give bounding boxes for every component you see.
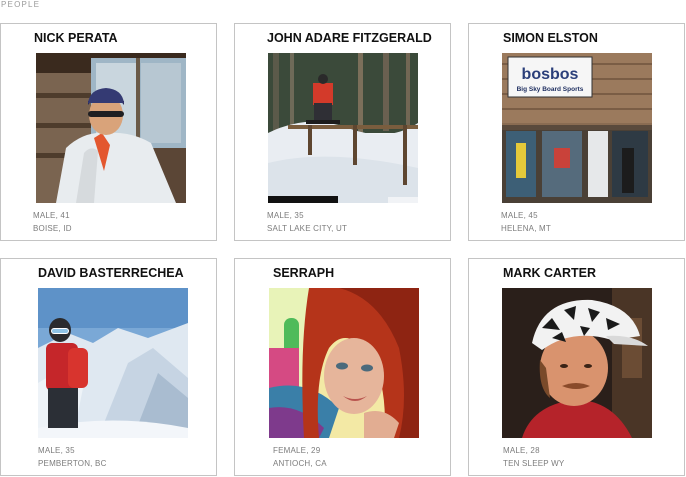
person-card-nick-perata[interactable]: NICK PERATA MALE, 41 BOISE, ID — [0, 23, 217, 241]
person-card-serraph[interactable]: SERRAPH FEMALE, 29 ANTIOCH, CA — [234, 258, 451, 476]
person-name[interactable]: SIMON ELSTON — [469, 31, 684, 45]
person-name[interactable]: SERRAPH — [235, 266, 450, 280]
person-card-david-basterrechea[interactable]: DAVID BASTERRECHEA MALE, 35 PEMBERTON, B… — [0, 258, 217, 476]
person-photo[interactable] — [502, 288, 652, 438]
person-details: FEMALE, 29 — [273, 446, 321, 455]
person-name[interactable]: MARK CARTER — [469, 266, 684, 280]
person-card-mark-carter[interactable]: MARK CARTER MALE, 28 TEN SLEEP WY — [468, 258, 685, 476]
person-photo[interactable] — [38, 288, 188, 438]
person-name[interactable]: DAVID BASTERRECHEA — [1, 266, 216, 280]
person-details: MALE, 41 — [33, 211, 70, 220]
person-meta: FEMALE, 29 ANTIOCH, CA — [273, 444, 327, 470]
person-meta: MALE, 41 BOISE, ID — [33, 209, 72, 235]
person-card-john-adare-fitzgerald[interactable]: JOHN ADARE FITZGERALD MALE, 35 SALT LAKE… — [234, 23, 451, 241]
person-name[interactable]: JOHN ADARE FITZGERALD — [235, 31, 450, 45]
person-details: MALE, 35 — [267, 211, 304, 220]
person-name[interactable]: NICK PERATA — [1, 31, 216, 45]
person-meta: MALE, 28 TEN SLEEP WY — [503, 444, 564, 470]
person-location: HELENA, MT — [501, 224, 552, 233]
photo-man-in-white-jacket — [36, 53, 186, 203]
photo-board-shop-storefront: bosbos Big Sky Board Sports — [502, 53, 652, 203]
photo-red-haired-woman — [269, 288, 419, 438]
person-location: ANTIOCH, CA — [273, 459, 327, 468]
person-photo[interactable]: bosbos Big Sky Board Sports — [502, 53, 652, 203]
store-sign-logo: bosbos — [522, 66, 579, 83]
person-details: MALE, 28 — [503, 446, 540, 455]
photo-mountaineer-in-snow — [38, 288, 188, 438]
person-details: MALE, 45 — [501, 211, 538, 220]
people-page: PEOPLE NICK PERATA MALE, 41 BOISE, ID JO… — [0, 0, 686, 477]
store-sign-subtitle: Big Sky Board Sports — [517, 86, 584, 93]
person-meta: MALE, 35 PEMBERTON, BC — [38, 444, 107, 470]
person-card-simon-elston[interactable]: SIMON ELSTON bosbos Big Sky Board Sports — [468, 23, 685, 241]
person-location: PEMBERTON, BC — [38, 459, 107, 468]
person-details: MALE, 35 — [38, 446, 75, 455]
person-photo[interactable] — [268, 53, 418, 203]
person-location: BOISE, ID — [33, 224, 72, 233]
section-title: PEOPLE — [1, 0, 41, 9]
person-meta: MALE, 45 HELENA, MT — [501, 209, 551, 235]
photo-snowboarder-on-rail — [268, 53, 418, 203]
photo-man-in-patterned-cap — [502, 288, 652, 438]
person-photo[interactable] — [36, 53, 186, 203]
person-location: SALT LAKE CITY, UT — [267, 224, 348, 233]
person-meta: MALE, 35 SALT LAKE CITY, UT — [267, 209, 347, 235]
person-location: TEN SLEEP WY — [503, 459, 565, 468]
person-photo[interactable] — [269, 288, 419, 438]
